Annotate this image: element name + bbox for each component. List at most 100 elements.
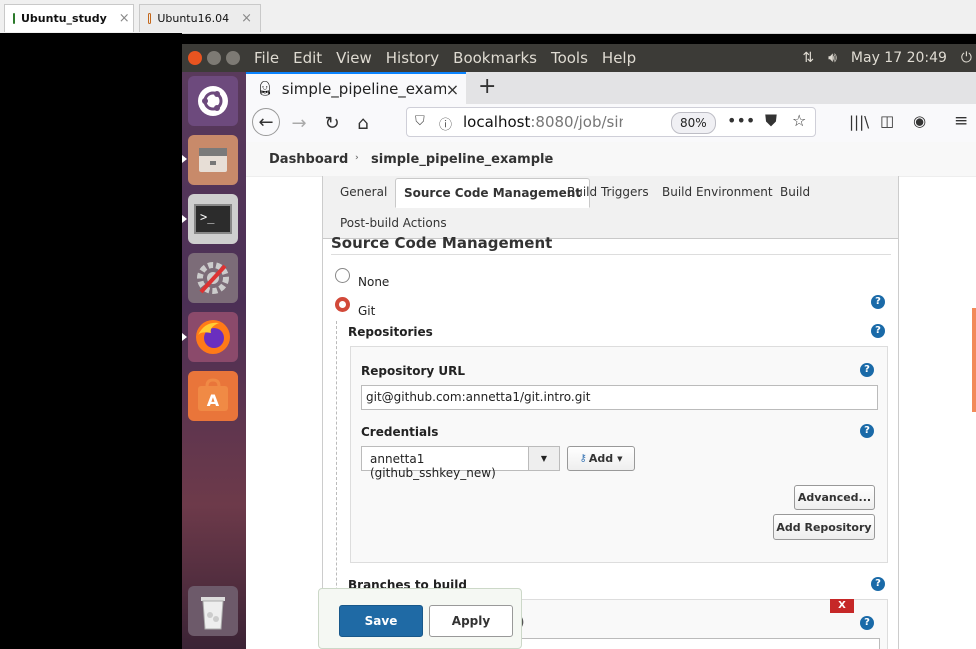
page-actions-icon[interactable]: ••• xyxy=(727,111,755,130)
running-indicator xyxy=(182,155,187,163)
browser-tab-bar: 🤵︎ simple_pipeline_exampl × + xyxy=(246,72,976,104)
menu-bookmarks[interactable]: Bookmarks xyxy=(453,49,537,67)
repository-panel: Repository URL ? git@github.com:annetta1… xyxy=(350,346,888,563)
tracking-protection-icon[interactable]: ⛉ xyxy=(415,114,425,129)
account-icon[interactable]: ◉ xyxy=(913,112,926,130)
menu-help[interactable]: Help xyxy=(602,49,636,67)
library-icon[interactable]: |||\ xyxy=(849,113,869,131)
ubuntu-top-panel: File Edit View History Bookmarks Tools H… xyxy=(182,44,976,72)
ubuntu-dash-icon[interactable] xyxy=(188,76,238,126)
clock[interactable]: May 17 20:49 xyxy=(851,50,947,66)
window-close-icon[interactable] xyxy=(188,51,202,65)
url-text: localhost:8080/job/simple_pi xyxy=(463,113,623,131)
menu-view[interactable]: View xyxy=(336,49,372,67)
jenkins-page: Dashboard › simple_pipeline_example › Ge… xyxy=(246,142,976,649)
hamburger-menu-icon[interactable]: ≡ xyxy=(954,111,968,131)
repositories-label: Repositories xyxy=(348,325,433,339)
scrollbar-thumb[interactable] xyxy=(972,308,976,412)
help-icon[interactable]: ? xyxy=(871,295,885,309)
save-button[interactable]: Save xyxy=(339,605,423,637)
forward-icon[interactable]: → xyxy=(286,110,312,136)
tab-post-build-actions[interactable]: Post-build Actions xyxy=(340,216,447,230)
save-apply-bar: Save Apply xyxy=(318,588,522,649)
firefox-icon[interactable] xyxy=(188,312,238,362)
repository-url-input[interactable]: git@github.com:annetta1/git.intro.git xyxy=(361,385,878,410)
volume-icon[interactable]: 🔊︎ xyxy=(828,50,837,66)
close-icon[interactable]: × xyxy=(241,11,252,26)
config-tabs: General Source Code Management Build Tri… xyxy=(323,176,898,239)
credentials-select[interactable]: annetta1 (github_sshkey_new) ▼ xyxy=(361,446,560,480)
help-icon[interactable]: ? xyxy=(871,577,885,591)
tab-build-triggers[interactable]: Build Triggers xyxy=(567,185,649,199)
bookmark-star-icon[interactable]: ☆ xyxy=(792,111,806,130)
tab-build-environment[interactable]: Build Environment xyxy=(662,185,773,199)
delete-branch-button[interactable]: X xyxy=(830,599,854,613)
add-credentials-label: Add xyxy=(588,452,614,465)
vm-tab-ubuntu-study[interactable]: Ubuntu_study × xyxy=(4,4,134,32)
breadcrumb: Dashboard › simple_pipeline_example › xyxy=(246,142,976,177)
jenkins-favicon-icon: 🤵︎ xyxy=(256,81,274,97)
credentials-label: Credentials xyxy=(361,425,439,439)
key-icon: ⚷ xyxy=(579,453,587,464)
power-icon[interactable]: ⏻ xyxy=(961,50,972,66)
add-repository-button[interactable]: Add Repository xyxy=(773,514,875,540)
site-info-icon[interactable]: ⓘ xyxy=(439,114,452,133)
home-icon[interactable]: ⌂ xyxy=(350,110,376,136)
software-center-icon[interactable]: A xyxy=(188,371,238,421)
chevron-down-icon[interactable]: ▼ xyxy=(528,447,559,470)
menu-file[interactable]: File xyxy=(254,49,279,67)
help-icon[interactable]: ? xyxy=(860,424,874,438)
browser-tab-title: simple_pipeline_exampl xyxy=(281,80,446,98)
breadcrumb-separator-icon: › xyxy=(355,153,359,163)
running-indicator xyxy=(182,215,187,223)
breadcrumb-dashboard[interactable]: Dashboard xyxy=(269,152,348,167)
system-settings-icon[interactable] xyxy=(188,253,238,303)
close-icon[interactable]: × xyxy=(119,11,130,26)
add-credentials-button[interactable]: ⚷ Add ▼ xyxy=(567,446,635,471)
help-icon[interactable]: ? xyxy=(860,616,874,630)
radio-none[interactable] xyxy=(335,268,350,283)
vm-tab-ubuntu1604[interactable]: Ubuntu16.04 × xyxy=(139,4,261,32)
url-bar[interactable]: ⛉ ⓘ localhost:8080/job/simple_pi 80% •••… xyxy=(406,107,816,137)
pocket-icon[interactable]: ⛊ xyxy=(765,111,777,131)
tab-source-code-management[interactable]: Source Code Management xyxy=(395,178,591,208)
new-tab-icon[interactable]: + xyxy=(478,74,496,99)
browser-tab[interactable]: 🤵︎ simple_pipeline_exampl × xyxy=(246,72,466,104)
vm-tab-label: Ubuntu_study xyxy=(21,12,107,25)
help-icon[interactable]: ? xyxy=(871,324,885,338)
menu-tools[interactable]: Tools xyxy=(551,49,588,67)
trash-icon[interactable] xyxy=(188,586,238,636)
menu-edit[interactable]: Edit xyxy=(293,49,322,67)
vm-tab-label: Ubuntu16.04 xyxy=(157,12,230,25)
tab-build[interactable]: Build xyxy=(780,185,810,199)
section-title: Source Code Management xyxy=(331,234,553,252)
svg-text:A: A xyxy=(207,391,220,410)
tab-general[interactable]: General xyxy=(340,185,387,199)
url-host: localhost xyxy=(463,113,531,131)
vm-icon xyxy=(148,13,152,24)
reload-icon[interactable]: ↻ xyxy=(319,110,345,136)
menu-history[interactable]: History xyxy=(386,49,439,67)
network-icon[interactable]: ⇅ xyxy=(802,50,814,66)
radio-git[interactable] xyxy=(335,297,350,312)
window-maximize-icon[interactable] xyxy=(226,51,240,65)
breadcrumb-separator-icon: › xyxy=(544,153,548,163)
vm-tab-bar: Ubuntu_study × Ubuntu16.04 × xyxy=(0,0,976,34)
close-tab-icon[interactable]: × xyxy=(446,80,459,99)
files-icon[interactable] xyxy=(188,135,238,185)
running-indicator xyxy=(182,333,187,341)
back-icon[interactable]: ← xyxy=(252,108,280,136)
zoom-level[interactable]: 80% xyxy=(671,112,716,134)
breadcrumb-job[interactable]: simple_pipeline_example xyxy=(371,152,553,167)
help-icon[interactable]: ? xyxy=(860,363,874,377)
apply-button[interactable]: Apply xyxy=(429,605,513,637)
sidebar-icon[interactable]: ◫ xyxy=(880,112,894,130)
radio-none-label: None xyxy=(358,275,390,289)
advanced-button[interactable]: Advanced... xyxy=(794,485,875,510)
chevron-down-icon: ▼ xyxy=(617,454,623,463)
vm-background xyxy=(0,33,182,649)
terminal-icon[interactable]: >_ xyxy=(188,194,238,244)
window-minimize-icon[interactable] xyxy=(207,51,221,65)
divider xyxy=(331,254,891,255)
radio-git-label: Git xyxy=(358,304,376,318)
